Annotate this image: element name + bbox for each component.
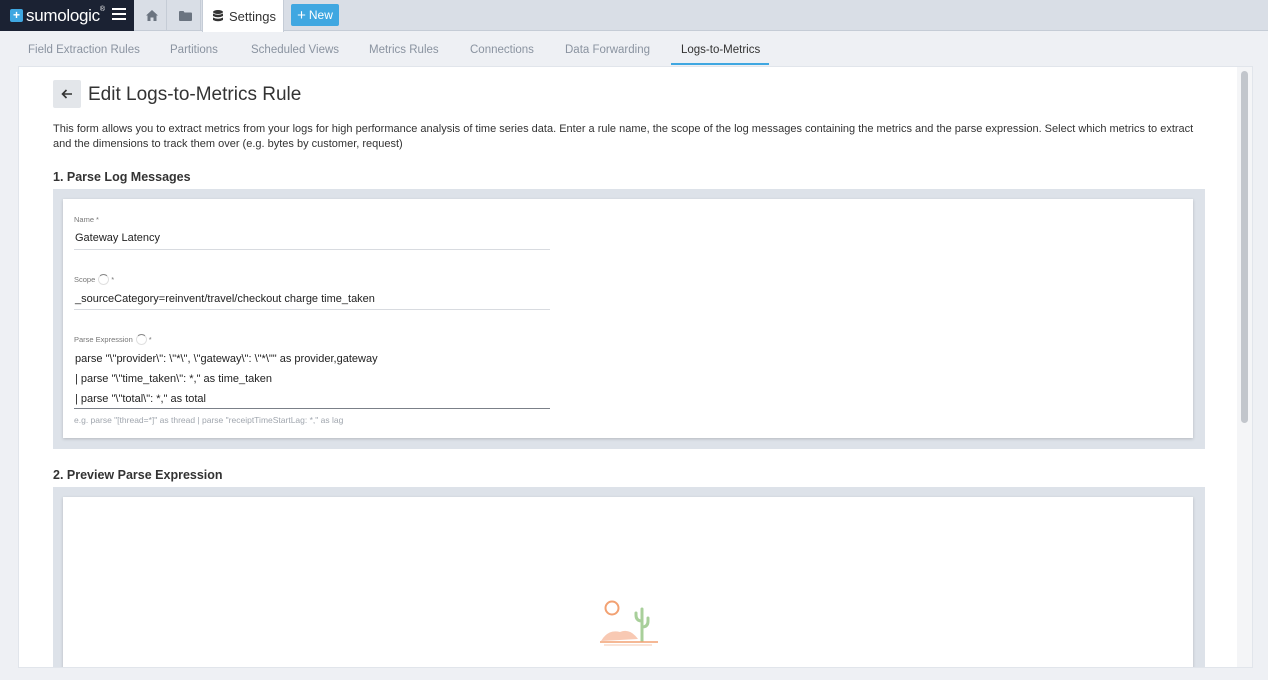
home-icon: [146, 10, 158, 21]
scope-input[interactable]: _sourceCategory=reinvent/travel/checkout…: [75, 293, 375, 305]
main-panel: Edit Logs-to-Metrics Rule This form allo…: [18, 66, 1253, 668]
section-parse-log-messages: Name * Gateway Latency Scope * _sourceCate…: [53, 189, 1205, 449]
parse-expression-hint: e.g. parse "[thread=*]" as thread | pars…: [74, 415, 344, 425]
subtab-logs-to-metrics[interactable]: Logs-to-Metrics: [681, 44, 760, 56]
desert-cactus-icon: [600, 600, 658, 646]
database-icon: [213, 10, 223, 22]
hamburger-menu-icon[interactable]: [112, 8, 126, 22]
parse-expression-field-label: Parse Expression *: [74, 334, 152, 345]
new-button[interactable]: + New: [291, 4, 339, 26]
active-subtab-indicator: [671, 63, 769, 65]
back-button[interactable]: [53, 80, 81, 108]
scrollbar-thumb[interactable]: [1241, 71, 1248, 423]
plus-icon: +: [297, 6, 306, 24]
subtab-data-forwarding[interactable]: Data Forwarding: [565, 44, 650, 56]
page-title: Edit Logs-to-Metrics Rule: [88, 84, 302, 105]
parse-expression-line: parse "\"provider\": \"*\", \"gateway\":…: [75, 353, 378, 365]
parse-log-messages-card: Name * Gateway Latency Scope * _sourceCate…: [63, 199, 1193, 438]
vertical-scrollbar[interactable]: [1237, 67, 1252, 667]
arrow-left-icon: [61, 89, 72, 99]
subtab-scheduled-views[interactable]: Scheduled Views: [251, 44, 339, 56]
name-input-underline: [74, 249, 550, 250]
section-parse-log-messages-title: 1. Parse Log Messages: [53, 170, 191, 184]
logo-text: sumologic®: [26, 5, 105, 25]
loading-spinner-icon: [135, 334, 147, 345]
page-description: This form allows you to extract metrics …: [53, 123, 1194, 150]
subtab-field-extraction-rules[interactable]: Field Extraction Rules: [28, 44, 140, 56]
name-input[interactable]: Gateway Latency: [75, 232, 160, 244]
parse-expression-line: | parse "\"time_taken\": *," as time_tak…: [75, 373, 273, 385]
parse-expression-underline: [74, 408, 550, 409]
tab-settings[interactable]: Settings: [202, 0, 284, 32]
section-preview-parse-expression: [53, 487, 1205, 667]
name-field-label: Name *: [74, 215, 99, 224]
new-button-label: New: [308, 8, 333, 22]
subtab-connections[interactable]: Connections: [470, 44, 534, 56]
section-preview-parse-expression-title: 2. Preview Parse Expression: [53, 468, 223, 482]
tab-settings-label: Settings: [229, 8, 276, 24]
loading-spinner-icon: [98, 274, 110, 285]
folder-icon: [178, 10, 192, 21]
library-button[interactable]: [170, 0, 201, 31]
parse-expression-line: | parse "\"total\": *," as total: [75, 393, 206, 405]
preview-card: [63, 497, 1193, 667]
home-button[interactable]: [138, 0, 167, 31]
top-bar: + sumologic® Settings + New: [0, 0, 1268, 32]
subtab-metrics-rules[interactable]: Metrics Rules: [369, 44, 439, 56]
scope-input-underline: [74, 309, 550, 310]
scope-field-label: Scope *: [74, 274, 115, 285]
logo-plus-icon: +: [10, 9, 23, 22]
settings-subtabs: Field Extraction Rules Partitions Schedu…: [0, 32, 1268, 66]
brand-logo[interactable]: + sumologic®: [0, 0, 134, 31]
subtab-partitions[interactable]: Partitions: [170, 44, 218, 56]
